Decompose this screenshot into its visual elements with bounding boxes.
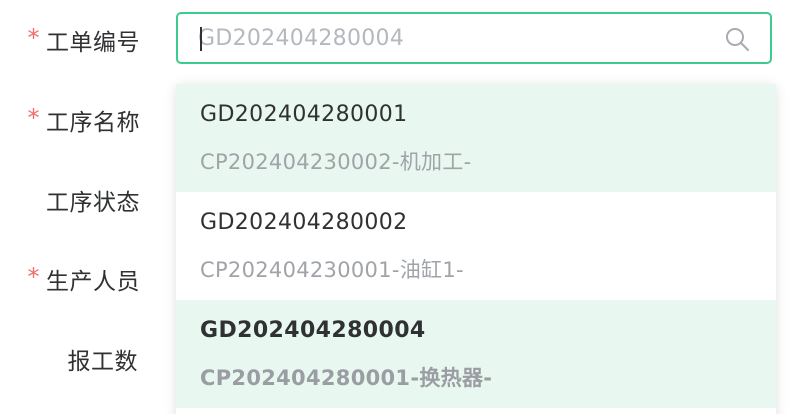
field-process-status-label: 工序状态	[0, 180, 140, 220]
required-mark: *	[27, 104, 40, 132]
production-staff-label: 生产人员	[46, 269, 140, 295]
work-order-select[interactable]	[176, 12, 772, 64]
option-detail: CP202404280001-换热器-	[200, 366, 493, 390]
option-code: GD202404280002	[200, 210, 408, 235]
required-mark: *	[27, 263, 40, 291]
process-status-label: 工序状态	[46, 190, 140, 216]
field-production-staff-label: * 生产人员	[0, 259, 140, 299]
work-order-label: 工单编号	[46, 30, 140, 56]
text-caret	[200, 27, 202, 51]
search-icon[interactable]	[724, 26, 750, 52]
dropdown-option-selected[interactable]: GD202404280004 CP202404280001-换热器-	[176, 300, 776, 408]
option-detail: CP202404230002-机加工-	[200, 150, 472, 174]
dropdown-option[interactable]: GD202404280002 CP202404230001-油缸1-	[176, 192, 776, 300]
field-process-name-label: * 工序名称	[0, 100, 140, 140]
field-report-quantity-label: 报工数	[0, 339, 140, 379]
dropdown-option[interactable]: GD202404280001 CP202404230002-机加工-	[176, 84, 776, 192]
work-report-form: * 工单编号 * 工序名称 工序状态 * 生产人员 报工数 GD20240428…	[0, 0, 806, 414]
process-name-label: 工序名称	[46, 110, 140, 136]
report-quantity-label: 报工数	[67, 349, 138, 375]
option-detail: CP202404230001-油缸1-	[200, 258, 464, 282]
option-code: GD202404280004	[200, 318, 426, 343]
work-order-input[interactable]	[198, 14, 718, 62]
work-order-dropdown: GD202404280001 CP202404230002-机加工- GD202…	[176, 84, 776, 414]
option-code: GD202404280001	[200, 102, 408, 127]
field-work-order-label: * 工单编号	[0, 20, 140, 60]
required-mark: *	[27, 24, 40, 52]
